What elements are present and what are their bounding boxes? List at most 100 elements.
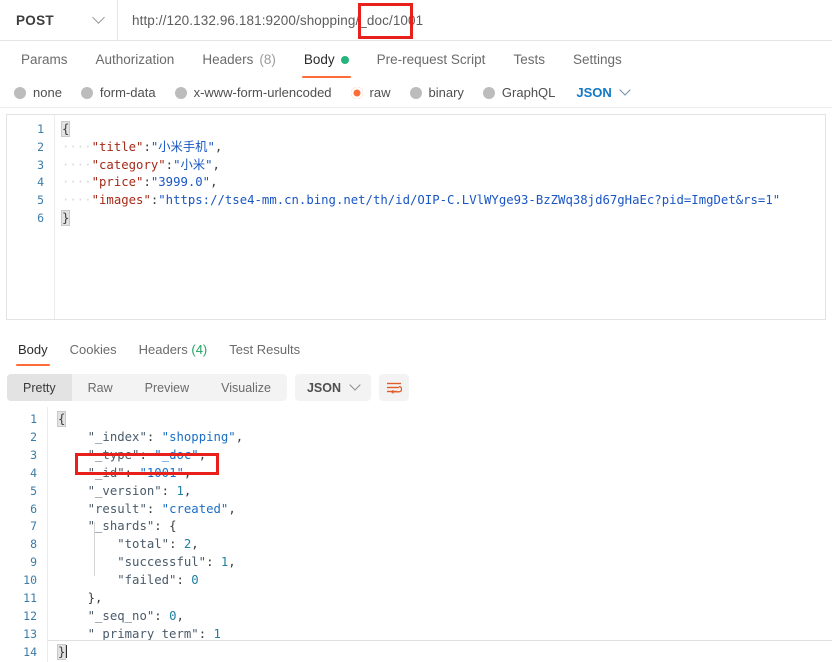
body-type-binary[interactable]: binary	[409, 85, 464, 100]
view-mode-pretty[interactable]: Pretty	[7, 374, 72, 401]
line-number: 3	[37, 157, 44, 172]
view-mode-raw[interactable]: Raw	[72, 374, 129, 401]
response-headers-count: (4)	[191, 342, 208, 357]
body-type-graphql[interactable]: GraphQL	[482, 85, 555, 100]
body-type-none[interactable]: none	[14, 85, 62, 100]
code-line: "_shards": {	[87, 519, 177, 534]
line-number: 3	[30, 447, 37, 462]
line-number: 2	[37, 139, 44, 154]
tab-authorization[interactable]: Authorization	[82, 52, 189, 78]
radio-icon	[80, 86, 93, 99]
line-number: 12	[23, 608, 37, 623]
fold-guide	[94, 522, 95, 576]
response-body-viewer[interactable]: 1 2 3 4 5 6 7 8 9 10 11 12 13 14 { "_ind…	[0, 407, 832, 662]
line-number: 5	[30, 483, 37, 498]
radio-selected-icon	[350, 86, 363, 99]
line-number: 5	[37, 193, 44, 208]
url-text: http://120.132.96.181:9200/shopping/_doc…	[132, 12, 424, 28]
bottom-divider	[48, 640, 832, 641]
line-number: 10	[23, 573, 37, 588]
tab-settings[interactable]: Settings	[559, 52, 636, 78]
tab-headers[interactable]: Headers (8)	[188, 52, 290, 78]
radio-icon	[409, 86, 422, 99]
line-number: 9	[30, 555, 37, 570]
url-id-segment: /1001	[388, 12, 424, 28]
view-mode-visualize[interactable]: Visualize	[205, 374, 287, 401]
postman-window: POST http://120.132.96.181:9200/shopping…	[0, 0, 832, 662]
line-number: 6	[37, 210, 44, 225]
chevron-down-icon	[92, 11, 105, 24]
code-line: ····"title":"小米手机",	[62, 139, 223, 154]
tab-params[interactable]: Params	[7, 52, 82, 78]
body-type-raw[interactable]: raw	[350, 85, 391, 100]
line-number: 8	[30, 537, 37, 552]
response-gutter: 1 2 3 4 5 6 7 8 9 10 11 12 13 14	[0, 407, 48, 662]
text-caret	[65, 644, 67, 658]
tab-body[interactable]: Body	[290, 52, 363, 78]
code-line: "successful": 1,	[117, 555, 236, 570]
code-line: },	[87, 591, 103, 606]
code-line: {	[56, 411, 67, 427]
response-format-label: JSON	[306, 380, 341, 395]
chevron-down-icon	[349, 379, 361, 391]
code-line: "_primary_term": 1	[87, 626, 221, 641]
http-method-label: POST	[16, 12, 54, 28]
wrap-text-button[interactable]	[379, 374, 409, 401]
body-type-form-data[interactable]: form-data	[80, 85, 156, 100]
code-line: ····"category":"小米",	[62, 157, 220, 172]
raw-format-dropdown[interactable]: JSON	[576, 84, 631, 100]
line-number: 7	[30, 519, 37, 534]
wrap-text-icon	[387, 382, 402, 394]
code-line-id: "_id": "1001",	[87, 465, 192, 480]
response-format-dropdown[interactable]: JSON	[294, 374, 371, 401]
line-number: 1	[37, 122, 44, 136]
code-line: {	[60, 121, 71, 137]
request-gutter: 1 2 3 4 5 6	[7, 115, 55, 319]
chevron-down-icon	[619, 84, 631, 96]
response-tab-test-results[interactable]: Test Results	[218, 342, 311, 366]
raw-format-label: JSON	[576, 85, 612, 100]
code-line: }	[60, 209, 71, 226]
line-number: 6	[30, 501, 37, 516]
response-toolbar: Pretty Raw Preview Visualize JSON	[0, 366, 832, 401]
code-line: "total": 2,	[117, 537, 199, 552]
url-input[interactable]: http://120.132.96.181:9200/shopping/_doc…	[118, 0, 832, 40]
radio-icon	[482, 86, 495, 99]
line-number: 13	[23, 626, 37, 641]
request-body-editor[interactable]: 1 2 3 4 5 6 { ····"title":"小米手机", ····"c…	[6, 114, 826, 320]
line-number: 2	[30, 429, 37, 444]
tab-pre-request-script[interactable]: Pre-request Script	[363, 52, 500, 78]
green-dot-icon	[340, 55, 349, 64]
response-tab-cookies[interactable]: Cookies	[59, 342, 128, 366]
response-view-mode-group: Pretty Raw Preview Visualize	[7, 374, 287, 401]
code-line: "result": "created",	[87, 501, 236, 516]
response-code-area[interactable]: { "_index": "shopping", "_type": "_doc",…	[48, 407, 832, 662]
view-mode-preview[interactable]: Preview	[129, 374, 205, 401]
line-number: 1	[30, 412, 37, 426]
code-line: "failed": 0	[117, 573, 199, 588]
line-number: 4	[37, 175, 44, 190]
code-line: ····"price":"3999.0",	[62, 175, 218, 190]
code-line: "_version": 1,	[87, 483, 192, 498]
radio-icon	[14, 86, 26, 99]
active-tab-underline	[301, 75, 351, 78]
request-code-area[interactable]: { ····"title":"小米手机", ····"category":"小米…	[55, 115, 825, 319]
line-number: 11	[23, 591, 37, 606]
code-line: ····"images":"https://tse4-mm.cn.bing.ne…	[62, 193, 781, 208]
code-line: "_type": "_doc",	[87, 447, 207, 462]
headers-count: (8)	[259, 52, 276, 67]
response-tabs: Body Cookies Headers (4) Test Results	[0, 334, 832, 366]
http-method-dropdown[interactable]: POST	[0, 0, 118, 40]
tab-tests[interactable]: Tests	[499, 52, 559, 78]
line-number: 14	[23, 644, 37, 659]
url-bar: POST http://120.132.96.181:9200/shopping…	[0, 0, 832, 41]
code-line: }	[56, 643, 67, 660]
body-type-row: none form-data x-www-form-urlencoded raw…	[0, 78, 832, 108]
active-tab-underline	[16, 363, 50, 366]
body-type-x-www-form-urlencoded[interactable]: x-www-form-urlencoded	[174, 85, 332, 100]
line-number: 4	[30, 465, 37, 480]
response-tab-body[interactable]: Body	[7, 342, 59, 366]
code-line: "_index": "shopping",	[87, 429, 244, 444]
response-tab-headers[interactable]: Headers (4)	[128, 342, 219, 366]
code-line: "_seq_no": 0,	[87, 608, 184, 623]
